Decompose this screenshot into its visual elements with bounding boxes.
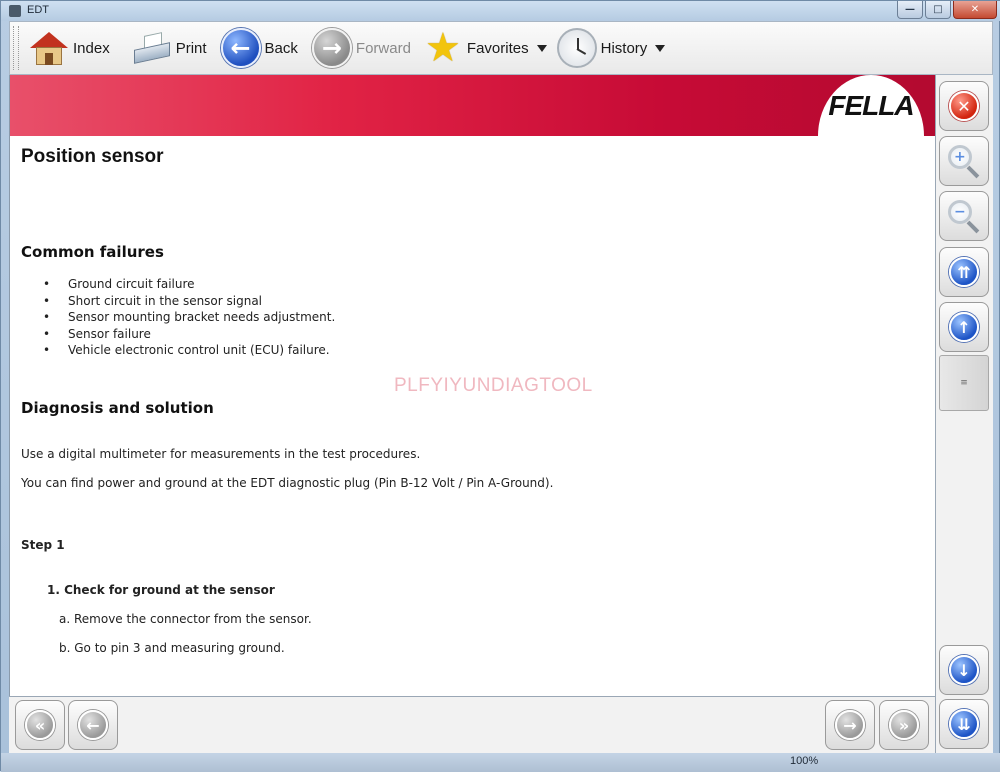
double-chevron-down-icon: ⇊ <box>949 709 979 739</box>
back-label: Back <box>264 39 298 57</box>
failures-list: Ground circuit failure Short circuit in … <box>43 276 335 359</box>
print-button[interactable]: Print <box>128 24 211 72</box>
paragraph-multimeter: Use a digital multimeter for measurement… <box>21 447 421 461</box>
zoom-in-icon: + <box>946 143 982 179</box>
document-viewer: FELLA Position sensor Common failures Gr… <box>9 75 935 697</box>
arrow-up-icon: ↑ <box>949 312 979 342</box>
double-chevron-right-icon: » <box>889 710 919 740</box>
maximize-button[interactable]: □ <box>925 1 951 19</box>
home-icon <box>29 28 69 68</box>
minimize-button[interactable]: — <box>897 1 923 19</box>
arrow-right-icon: → <box>835 710 865 740</box>
watermark: PLFYIYUNDIAGTOOL <box>394 375 593 396</box>
back-button[interactable]: ← Back <box>217 24 302 72</box>
right-nav-panel: ✕ + − ⇈ ↑ ≡ ↓ ⇊ <box>935 75 993 753</box>
list-item: Sensor failure <box>43 326 335 343</box>
fella-logo: FELLA <box>818 75 924 136</box>
paragraph-diagnostic-plug: You can find power and ground at the EDT… <box>21 476 554 490</box>
toolbar-grip[interactable] <box>13 26 19 70</box>
clock-icon <box>556 28 597 68</box>
page-title: Position sensor <box>21 146 164 167</box>
zoom-out-icon: − <box>946 198 982 234</box>
forward-arrow-icon: → <box>311 28 352 68</box>
window-controls: — □ ✕ <box>897 1 997 19</box>
list-item: Vehicle electronic control unit (ECU) fa… <box>43 342 335 359</box>
title-bar: EDT — □ ✕ <box>1 1 1000 21</box>
zoom-out-button[interactable]: − <box>939 191 989 241</box>
sub-step-b: b. Go to pin 3 and measuring ground. <box>59 641 285 655</box>
double-chevron-up-icon: ⇈ <box>949 257 979 287</box>
diagnosis-heading: Diagnosis and solution <box>21 399 214 417</box>
index-label: Index <box>73 39 110 57</box>
list-item: Ground circuit failure <box>43 276 335 293</box>
printer-icon <box>132 28 172 68</box>
zoom-in-button[interactable]: + <box>939 136 989 186</box>
list-item: Short circuit in the sensor signal <box>43 293 335 310</box>
forward-button[interactable]: → Forward <box>308 24 415 72</box>
history-dropdown-icon[interactable] <box>655 44 666 52</box>
bottom-nav-panel: « ← → » <box>9 696 935 753</box>
close-window-button[interactable]: ✕ <box>953 1 997 19</box>
app-icon <box>9 5 21 17</box>
arrow-down-icon: ↓ <box>949 655 979 685</box>
window-title: EDT <box>27 4 49 16</box>
page-up-button[interactable]: ⇈ <box>939 247 989 297</box>
scrollbar-thumb[interactable]: ≡ <box>939 355 989 411</box>
next-page-button[interactable]: → <box>825 700 875 750</box>
logo-text: FELLA <box>828 89 914 121</box>
app-window: EDT — □ ✕ Index Print ← Back → Forward ★… <box>0 0 1000 772</box>
history-label: History <box>600 39 648 57</box>
scroll-down-button[interactable]: ↓ <box>939 645 989 695</box>
print-label: Print <box>175 39 207 57</box>
close-icon: ✕ <box>949 91 979 121</box>
last-page-button[interactable]: » <box>879 700 929 750</box>
index-button[interactable]: Index <box>25 24 114 72</box>
brand-banner: FELLA <box>10 75 935 136</box>
favorites-button[interactable]: ★ Favorites <box>419 24 551 72</box>
list-item: Sensor mounting bracket needs adjustment… <box>43 309 335 326</box>
star-icon: ★ <box>424 25 461 71</box>
favorites-dropdown-icon[interactable] <box>536 44 547 52</box>
first-page-button[interactable]: « <box>15 700 65 750</box>
step-label: Step 1 <box>21 538 65 552</box>
back-arrow-icon: ← <box>220 28 261 68</box>
favorites-label: Favorites <box>466 39 529 57</box>
toolbar: Index Print ← Back → Forward ★ Favorites… <box>9 21 993 75</box>
arrow-left-icon: ← <box>78 710 108 740</box>
double-chevron-left-icon: « <box>25 710 55 740</box>
common-failures-heading: Common failures <box>21 243 164 261</box>
step-item: 1. Check for ground at the sensor <box>47 583 275 597</box>
close-document-button[interactable]: ✕ <box>939 81 989 131</box>
previous-page-button[interactable]: ← <box>68 700 118 750</box>
forward-label: Forward <box>355 39 411 57</box>
history-button[interactable]: History <box>553 24 670 72</box>
status-bar: 100% <box>1 753 1000 772</box>
zoom-level: 100% <box>790 755 819 767</box>
scroll-up-button[interactable]: ↑ <box>939 302 989 352</box>
page-down-button[interactable]: ⇊ <box>939 699 989 749</box>
sub-step-a: a. Remove the connector from the sensor. <box>59 612 312 626</box>
